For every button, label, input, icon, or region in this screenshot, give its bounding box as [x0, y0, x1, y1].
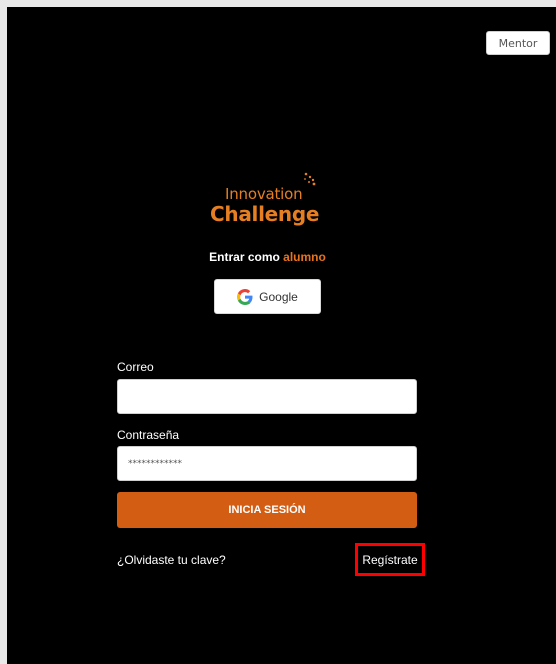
password-label: Contraseña: [117, 428, 180, 442]
password-field[interactable]: [117, 446, 417, 481]
mentor-button[interactable]: Mentor: [486, 31, 550, 55]
logo-line-innovation: Innovation: [225, 185, 303, 203]
login-role-prefix: Entrar como: [209, 250, 284, 264]
google-button-label: Google: [259, 289, 298, 304]
register-link[interactable]: Regístrate: [355, 543, 425, 576]
google-signin-button[interactable]: Google: [214, 279, 321, 314]
login-button[interactable]: INICIA SESIÓN: [117, 492, 417, 528]
google-icon: [237, 288, 253, 305]
login-panel: [7, 7, 556, 664]
logo-line-challenge: Challenge: [210, 202, 320, 226]
login-role-heading: Entrar como alumno: [0, 250, 535, 264]
email-field[interactable]: [117, 379, 417, 414]
login-role-value: alumno: [283, 250, 326, 264]
email-label: Correo: [117, 360, 154, 374]
sparkle-icon: [304, 172, 316, 186]
forgot-password-link[interactable]: ¿Olvidaste tu clave?: [117, 553, 226, 567]
innovation-challenge-logo: Innovation Challenge: [200, 168, 340, 228]
